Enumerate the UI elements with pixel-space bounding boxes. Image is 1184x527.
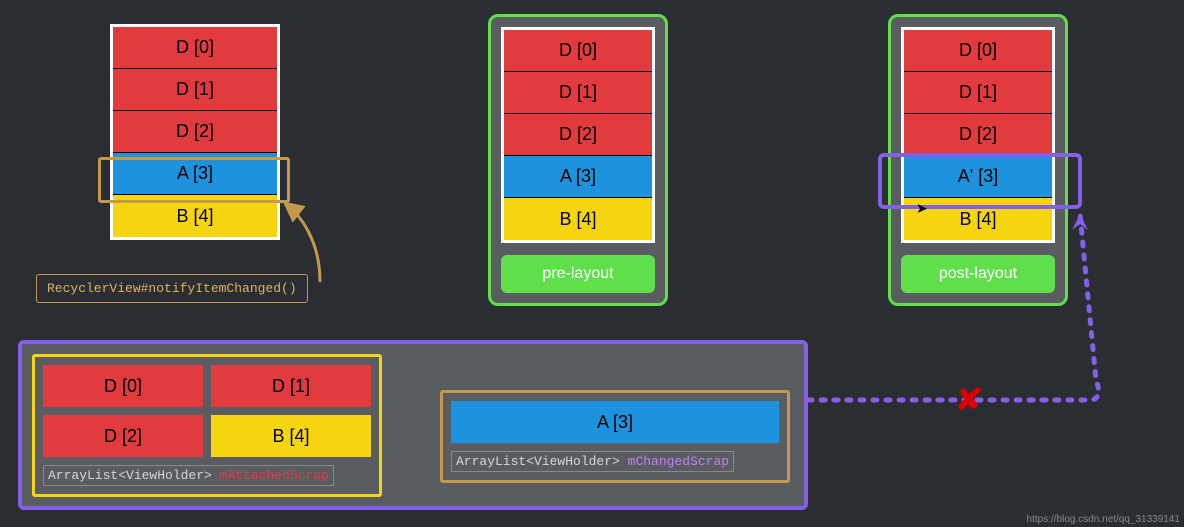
screen: D [0] D [1] D [2] A [3] B [4] (501, 27, 655, 243)
pre-layout-phone: D [0] D [1] D [2] A [3] B [4] pre-layout (488, 14, 668, 306)
scrap-item: B [4] (211, 415, 371, 457)
list-item: B [4] (504, 198, 652, 240)
list-item: D [0] (113, 27, 277, 69)
scrap-panel: D [0] D [1] D [2] B [4] ArrayList<ViewHo… (18, 340, 808, 510)
list-item: D [0] (504, 30, 652, 72)
cross-icon: ✘ (955, 382, 984, 418)
rebind-highlight (878, 153, 1082, 209)
list-item: D [2] (904, 114, 1052, 156)
list-item: D [2] (504, 114, 652, 156)
initial-list: D [0] D [1] D [2] A [3] B [4] (110, 24, 280, 240)
scrap-item: D [0] (43, 365, 203, 407)
post-layout-button[interactable]: post-layout (901, 255, 1055, 293)
changed-scrap-label: ArrayList<ViewHolder> mChangedScrap (451, 451, 734, 472)
cursor-icon: ➤ (916, 200, 928, 217)
list-item: D [2] (113, 111, 277, 153)
scrap-item: D [2] (43, 415, 203, 457)
changed-scrap-box: A [3] ArrayList<ViewHolder> mChangedScra… (440, 390, 790, 483)
pre-layout-button[interactable]: pre-layout (501, 255, 655, 293)
list-item: D [1] (113, 69, 277, 111)
list-item: D [1] (504, 72, 652, 114)
list-item: A [3] (504, 156, 652, 198)
changed-item-highlight (98, 157, 290, 203)
notify-call-label: RecyclerView#notifyItemChanged() (36, 274, 308, 303)
attached-scrap-label: ArrayList<ViewHolder> mAttachedScrap (43, 465, 334, 486)
list-item: D [0] (904, 30, 1052, 72)
scrap-item: D [1] (211, 365, 371, 407)
attached-scrap-box: D [0] D [1] D [2] B [4] ArrayList<ViewHo… (32, 354, 382, 497)
watermark: https://blog.csdn.net/qq_31339141 (1027, 514, 1180, 525)
scrap-item: A [3] (451, 401, 779, 443)
list-item: D [1] (904, 72, 1052, 114)
screen: D [0] D [1] D [2] A [3] B [4] (110, 24, 280, 240)
